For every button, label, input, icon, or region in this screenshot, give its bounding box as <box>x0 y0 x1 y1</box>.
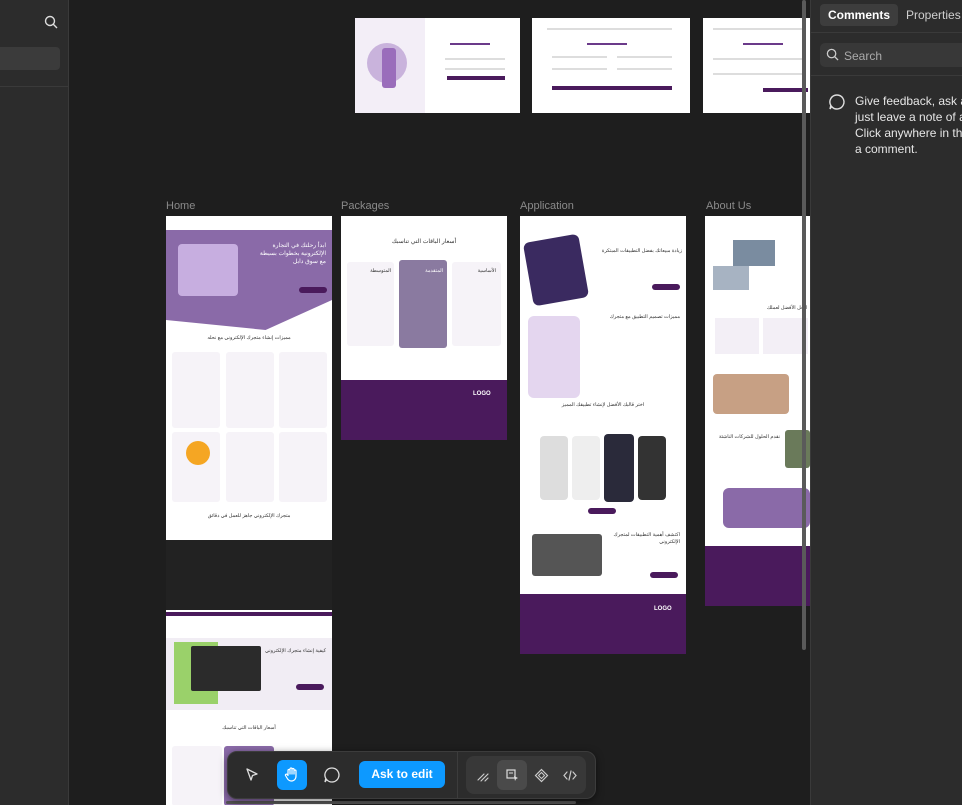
packages-logo: LOGO <box>473 391 491 397</box>
code-icon[interactable] <box>555 760 585 790</box>
component-icon[interactable] <box>526 760 556 790</box>
search-icon[interactable] <box>44 15 58 34</box>
comments-search-input[interactable] <box>842 43 962 69</box>
hero-illustration <box>178 244 238 296</box>
toolbar-divider <box>457 752 458 798</box>
pointer-tool[interactable] <box>237 760 267 790</box>
plan-pro-label: المتقدمة <box>425 268 443 274</box>
ask-to-edit-button[interactable]: Ask to edit <box>359 761 445 788</box>
features-heading: مميزات إنشاء متجرك الإلكتروني مع نحله <box>207 335 291 341</box>
app-discover-heading: اكتشف أهمية التطبيقات لمتجرك الإلكتروني <box>613 532 680 545</box>
tab-comments[interactable]: Comments <box>820 4 899 26</box>
plan-basic-label: الأساسية <box>477 268 496 274</box>
comments-search-box[interactable] <box>820 43 962 69</box>
app-choose-heading: اختر قالبك الأفضل لإنشاء تطبيقك المميز <box>561 402 645 408</box>
empty-message-line: Click anywhere in the <box>855 126 962 140</box>
empty-message-line: Give feedback, ask a <box>855 94 962 108</box>
packages-frame[interactable]: أسعار الباقات التي تناسبك المتوسطة المتق… <box>341 216 507 440</box>
application-logo: LOGO <box>654 606 672 612</box>
frame-label-packages[interactable]: Packages <box>341 200 389 212</box>
layers-panel <box>0 0 69 805</box>
cursor-icon <box>246 768 258 781</box>
comment-icon <box>324 767 340 783</box>
frame-label-home[interactable]: Home <box>166 200 195 212</box>
register-step-frame-thumbnail[interactable] <box>532 18 690 113</box>
search-icon <box>826 48 839 66</box>
plan-mid-label: المتوسطة <box>370 268 391 274</box>
comment-tool[interactable] <box>317 760 347 790</box>
search-divider <box>811 75 962 76</box>
panel-divider <box>0 86 68 87</box>
register-frame-thumbnail[interactable] <box>703 18 810 113</box>
comments-empty-message: Give feedback, ask a just leave a note o… <box>855 93 962 157</box>
home-frame[interactable]: ابدأ رحلتك في التجارة الإلكترونية بخطوات… <box>166 216 332 805</box>
empty-message-line: a comment. <box>855 142 918 156</box>
application-frame[interactable]: زيادة مبيعاتك بفضل التطبيقات المبتكرة مم… <box>520 216 686 654</box>
annotate-icon[interactable] <box>468 760 498 790</box>
design-canvas[interactable]: Home Packages Application About Us ابدأ … <box>69 0 810 805</box>
tab-properties[interactable]: Properties <box>898 4 962 26</box>
hero-cta <box>299 287 327 293</box>
canvas-horizontal-scrollbar[interactable] <box>226 801 576 804</box>
hand-icon <box>284 767 297 782</box>
comment-bubble-icon <box>828 93 846 116</box>
selected-page-row[interactable] <box>0 47 60 70</box>
app-title: زيادة مبيعاتك بفضل التطبيقات المبتكرة <box>601 248 682 254</box>
frame-label-about[interactable]: About Us <box>706 200 751 212</box>
hero-title: ابدأ رحلتك في التجارة الإلكترونية بخطوات… <box>259 243 326 265</box>
comments-panel: Comments Properties Give feedback, ask a… <box>810 0 962 805</box>
bottom-toolbar: Ask to edit <box>227 751 596 799</box>
how-heading: كيفية إنشاء متجرك الإلكتروني <box>265 648 326 654</box>
hand-tool[interactable] <box>277 760 307 790</box>
dev-mode-tools <box>466 756 586 794</box>
app-features-heading: مميزات تصميم التطبيق مع متجرك <box>609 314 680 320</box>
about-frame[interactable]: الحل الأفضل لعملك نقدم الحلول للشركات ال… <box>705 216 810 606</box>
pricing-heading: أسعار الباقات التي تناسبك <box>222 725 276 731</box>
packages-title: أسعار الباقات التي تناسبك <box>391 239 457 245</box>
ready-heading: متجرك الإلكتروني جاهز للعمل في دقائق <box>207 513 291 519</box>
about-best-heading: الحل الأفضل لعملك <box>766 305 807 311</box>
canvas-vertical-scrollbar[interactable] <box>802 0 806 650</box>
empty-message-line: just leave a note of a <box>855 110 962 124</box>
inspect-icon[interactable] <box>497 760 527 790</box>
login-frame-thumbnail[interactable] <box>355 18 520 113</box>
frame-label-application[interactable]: Application <box>520 200 574 212</box>
about-partners-heading: نقدم الحلول للشركات الناشئة <box>718 434 780 440</box>
tabs-divider <box>811 32 962 33</box>
